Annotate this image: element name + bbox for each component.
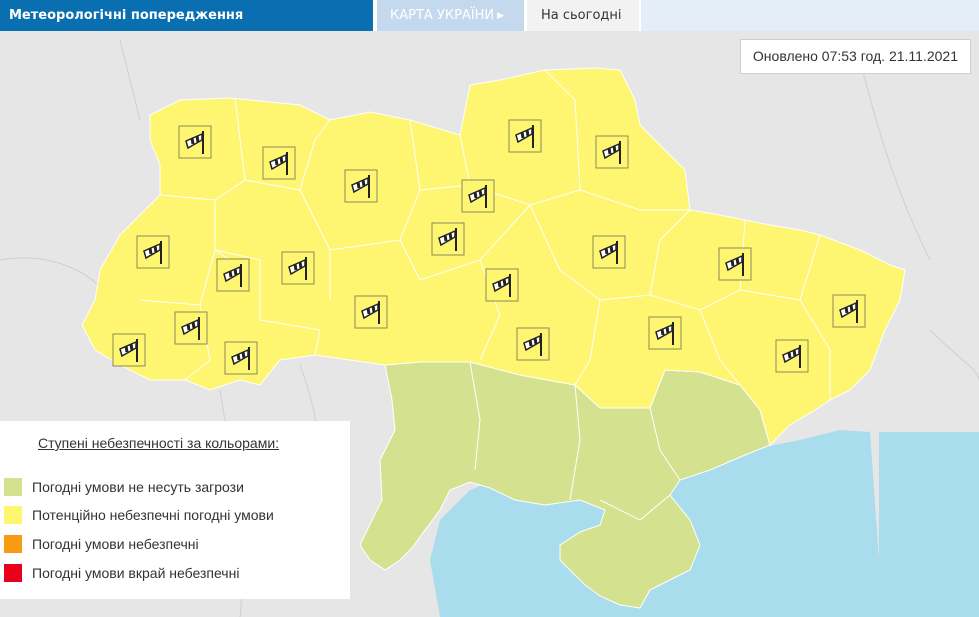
windsock-icon[interactable] [461,179,495,213]
updated-timestamp: Оновлено 07:53 год. 21.11.2021 [739,39,971,74]
legend-item-dangerous: Погодні умови небезпечні [4,534,199,554]
legend-label: Погодні умови вкрай небезпечні [32,565,240,581]
legend-panel: Ступені небезпечності за кольорами: Пого… [0,421,350,599]
tab-ukraine-map[interactable]: КАРТА УКРАЇНИ ▶ [377,0,524,31]
windsock-icon[interactable] [485,268,519,302]
windsock-icon[interactable] [112,333,146,367]
legend-swatch-red [4,564,22,582]
windsock-icon[interactable] [431,222,465,256]
tab-ukraine-map-label: КАРТА УКРАЇНИ [390,8,495,23]
windsock-icon[interactable] [344,169,378,203]
top-bar: Метеорологічні попередження КАРТА УКРАЇН… [0,0,979,31]
legend-swatch-orange [4,535,22,553]
tab-today[interactable]: На сьогодні [527,0,639,31]
windsock-icon[interactable] [224,341,258,375]
windsock-icon[interactable] [136,235,170,269]
windsock-icon[interactable] [281,251,315,285]
windsock-icon[interactable] [174,311,208,345]
legend-swatch-green [4,478,22,496]
triangle-right-icon: ▶ [497,11,505,21]
windsock-icon[interactable] [832,294,866,328]
windsock-icon[interactable] [178,125,212,159]
tab-bar-filler [641,0,979,31]
windsock-icon[interactable] [718,247,752,281]
legend-swatch-yellow [4,506,22,524]
windsock-icon[interactable] [516,327,550,361]
legend-label: Потенційно небезпечні погодні умови [32,507,274,523]
windsock-icon[interactable] [262,146,296,180]
legend-item-potentially-dangerous: Потенційно небезпечні погодні умови [4,505,274,525]
windsock-icon[interactable] [775,339,809,373]
windsock-icon[interactable] [508,119,542,153]
legend-title: Ступені небезпечності за кольорами: [38,435,280,451]
windsock-icon[interactable] [648,316,682,350]
legend-label: Погодні умови небезпечні [32,536,199,552]
windsock-icon[interactable] [216,258,250,292]
windsock-icon[interactable] [595,135,629,169]
page-title: Метеорологічні попередження [0,0,373,31]
legend-label: Погодні умови не несуть загрози [32,479,244,495]
legend-item-extremely-dangerous: Погодні умови вкрай небезпечні [4,563,239,583]
legend-item-no-threat: Погодні умови не несуть загрози [4,477,244,497]
windsock-icon[interactable] [354,295,388,329]
windsock-icon[interactable] [592,235,626,269]
